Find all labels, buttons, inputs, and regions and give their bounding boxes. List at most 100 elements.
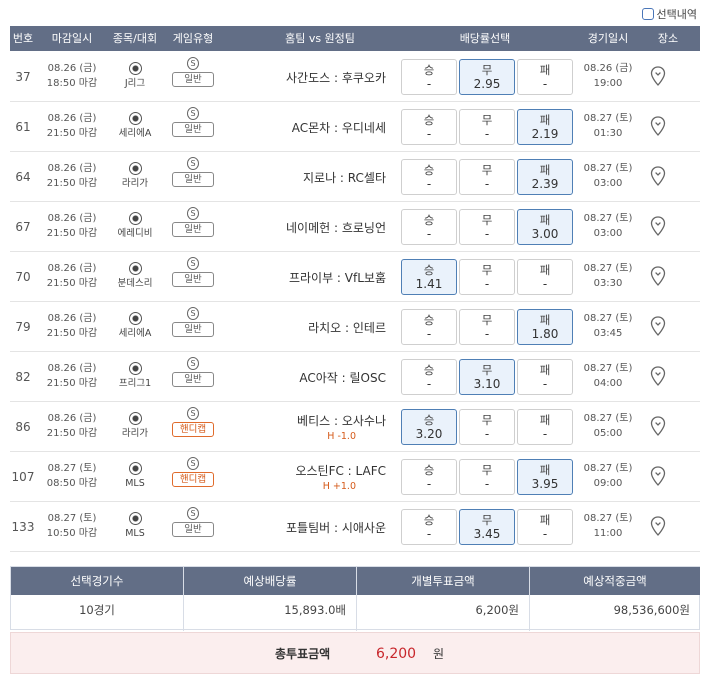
odds-lose-button[interactable]: 패 2.19 xyxy=(517,109,573,145)
deadline-date: 08.26 (금) xyxy=(47,363,97,374)
odds-win-button[interactable]: 승- xyxy=(401,309,457,345)
header-venue: 장소 xyxy=(657,32,679,45)
table-row: 107 08.27 (토) 08:50 마감 MLS S 핸디캡 오스틴FC : LAFC H… xyxy=(10,452,700,502)
total-bet-value: 6,200 xyxy=(376,646,417,662)
odds-lose-button[interactable]: 패 2.39 xyxy=(517,159,573,195)
odds-draw-value: - xyxy=(484,227,490,241)
odds-win-label: 승 xyxy=(423,313,435,327)
odds-draw-button[interactable]: 무 2.95 xyxy=(459,59,515,95)
odds-draw-button[interactable]: 무 3.45 xyxy=(459,509,515,545)
odds-draw-value: 2.95 xyxy=(473,77,501,91)
odds-lose-button[interactable]: 패 1.80 xyxy=(517,309,573,345)
odds-lose-label: 패 xyxy=(539,113,551,127)
league: 라리가 xyxy=(110,162,160,190)
deadline-time: 21:50 마감 xyxy=(46,378,98,389)
game-number: 107 xyxy=(11,470,35,484)
league-name: 에레디비 xyxy=(117,228,153,239)
deadline-date: 08.26 (금) xyxy=(47,313,97,324)
odds-win-button[interactable]: 승- xyxy=(401,59,457,95)
odds-draw-label: 무 xyxy=(481,413,493,427)
odds-win-button[interactable]: 승- xyxy=(401,109,457,145)
table-row: 67 08.26 (금) 21:50 마감 에레디비 S 일반 네이메헌 : 흐로닝언 승 - 무… xyxy=(10,202,700,252)
deadline-time: 18:50 마감 xyxy=(46,78,98,89)
odds-lose-button[interactable]: 패- xyxy=(517,259,573,295)
odds-lose-button[interactable]: 패 3.95 xyxy=(517,459,573,495)
s-circle-icon: S xyxy=(187,157,199,170)
game-datetime: 08.27 (토) 01:30 xyxy=(578,111,638,141)
s-circle-icon: S xyxy=(187,357,199,370)
teams-label: 사간도스 : 후쿠오카 xyxy=(286,70,386,85)
odds-lose-button[interactable]: 패- xyxy=(517,359,573,395)
table-row: 86 08.26 (금) 21:50 마감 라리가 S 핸디캡 베티스 : 오사수나 H -1… xyxy=(10,402,700,452)
selection-history-checkbox[interactable] xyxy=(641,8,654,20)
league-name: 라리가 xyxy=(121,428,149,439)
game-date: 08.27 (토) xyxy=(583,463,633,474)
map-pin-icon[interactable] xyxy=(650,366,666,389)
league-name: J리그 xyxy=(124,78,146,89)
odds-win-label: 승 xyxy=(423,463,435,477)
odds-draw-button[interactable]: 무- xyxy=(459,209,515,245)
odds-lose-label: 패 xyxy=(539,163,551,177)
odds-win-button[interactable]: 승 1.41 xyxy=(401,259,457,295)
odds-lose-button[interactable]: 패- xyxy=(517,59,573,95)
deadline-date: 08.26 (금) xyxy=(47,63,97,74)
teams: AC아작 : 릴OSC xyxy=(220,352,400,402)
map-pin-icon[interactable] xyxy=(650,116,666,139)
odds-win-button[interactable]: 승 3.20 xyxy=(401,409,457,445)
map-pin-icon[interactable] xyxy=(650,316,666,339)
odds-draw-label: 무 xyxy=(481,263,493,277)
odds-draw-label: 무 xyxy=(481,513,493,527)
odds-win-button[interactable]: 승- xyxy=(401,359,457,395)
map-pin-icon[interactable] xyxy=(650,216,666,239)
summary-header-payout: 예상적중금액 xyxy=(530,567,700,595)
odds-draw-button[interactable]: 무- xyxy=(459,309,515,345)
map-pin-icon[interactable] xyxy=(650,166,666,189)
teams-label: 베티스 : 오사수나 xyxy=(297,414,386,428)
s-circle-icon: S xyxy=(187,457,199,470)
map-pin-icon[interactable] xyxy=(650,416,666,439)
odds-draw-button[interactable]: 무- xyxy=(459,259,515,295)
game-number: 82 xyxy=(15,370,31,384)
map-pin-icon[interactable] xyxy=(650,66,666,89)
deadline-date: 08.27 (토) xyxy=(47,513,97,524)
deadline-time: 10:50 마감 xyxy=(46,528,98,539)
odds-lose-button[interactable]: 패- xyxy=(517,509,573,545)
odds-draw-button[interactable]: 무- xyxy=(459,109,515,145)
odds-lose-label: 패 xyxy=(539,263,551,277)
odds-lose-label: 패 xyxy=(539,363,551,377)
odds-win-button[interactable]: 승- xyxy=(401,209,457,245)
league: MLS xyxy=(110,512,160,540)
odds-lose-value: 1.80 xyxy=(531,327,559,341)
map-pin-icon[interactable] xyxy=(650,516,666,539)
map-pin-icon[interactable] xyxy=(650,266,666,289)
summary-value-payout: 98,536,600원 xyxy=(613,603,690,617)
odds-draw-button[interactable]: 무 3.10 xyxy=(459,359,515,395)
odds-win-button[interactable]: 승- xyxy=(401,459,457,495)
odds-draw-button[interactable]: 무- xyxy=(459,409,515,445)
odds-win-button[interactable]: 승- xyxy=(401,509,457,545)
odds-win-button[interactable]: 승- xyxy=(401,159,457,195)
odds-draw-value: 3.45 xyxy=(473,527,501,541)
odds-lose-button[interactable]: 패 3.00 xyxy=(517,209,573,245)
odds-win-value: 3.20 xyxy=(415,427,443,441)
odds-lose-button[interactable]: 패- xyxy=(517,409,573,445)
game-time: 03:00 xyxy=(593,178,623,189)
odds-draw-button[interactable]: 무- xyxy=(459,459,515,495)
map-pin-icon[interactable] xyxy=(650,466,666,489)
league-name: 라리가 xyxy=(121,178,149,189)
total-bet-bar: 총투표금액 6,200 원 xyxy=(10,632,700,674)
game-type-tag: 핸디캡 xyxy=(172,422,214,437)
game-datetime: 08.27 (토) 11:00 xyxy=(578,511,638,541)
league: 분데스리 xyxy=(110,262,160,290)
odds-draw-button[interactable]: 무- xyxy=(459,159,515,195)
game-type-tag: 일반 xyxy=(172,172,214,187)
odds-draw-value: - xyxy=(484,327,490,341)
odds-lose-label: 패 xyxy=(539,513,551,527)
league-name: 세리에A xyxy=(118,128,152,139)
odds-draw-value: 3.10 xyxy=(473,377,501,391)
header-game-datetime: 경기일시 xyxy=(587,32,629,45)
soccer-ball-icon xyxy=(128,362,142,375)
selection-history-toggle[interactable]: 선택내역 xyxy=(641,6,697,22)
deadline: 08.26 (금) 21:50 마감 xyxy=(42,111,102,141)
teams: 사간도스 : 후쿠오카 xyxy=(220,52,400,102)
